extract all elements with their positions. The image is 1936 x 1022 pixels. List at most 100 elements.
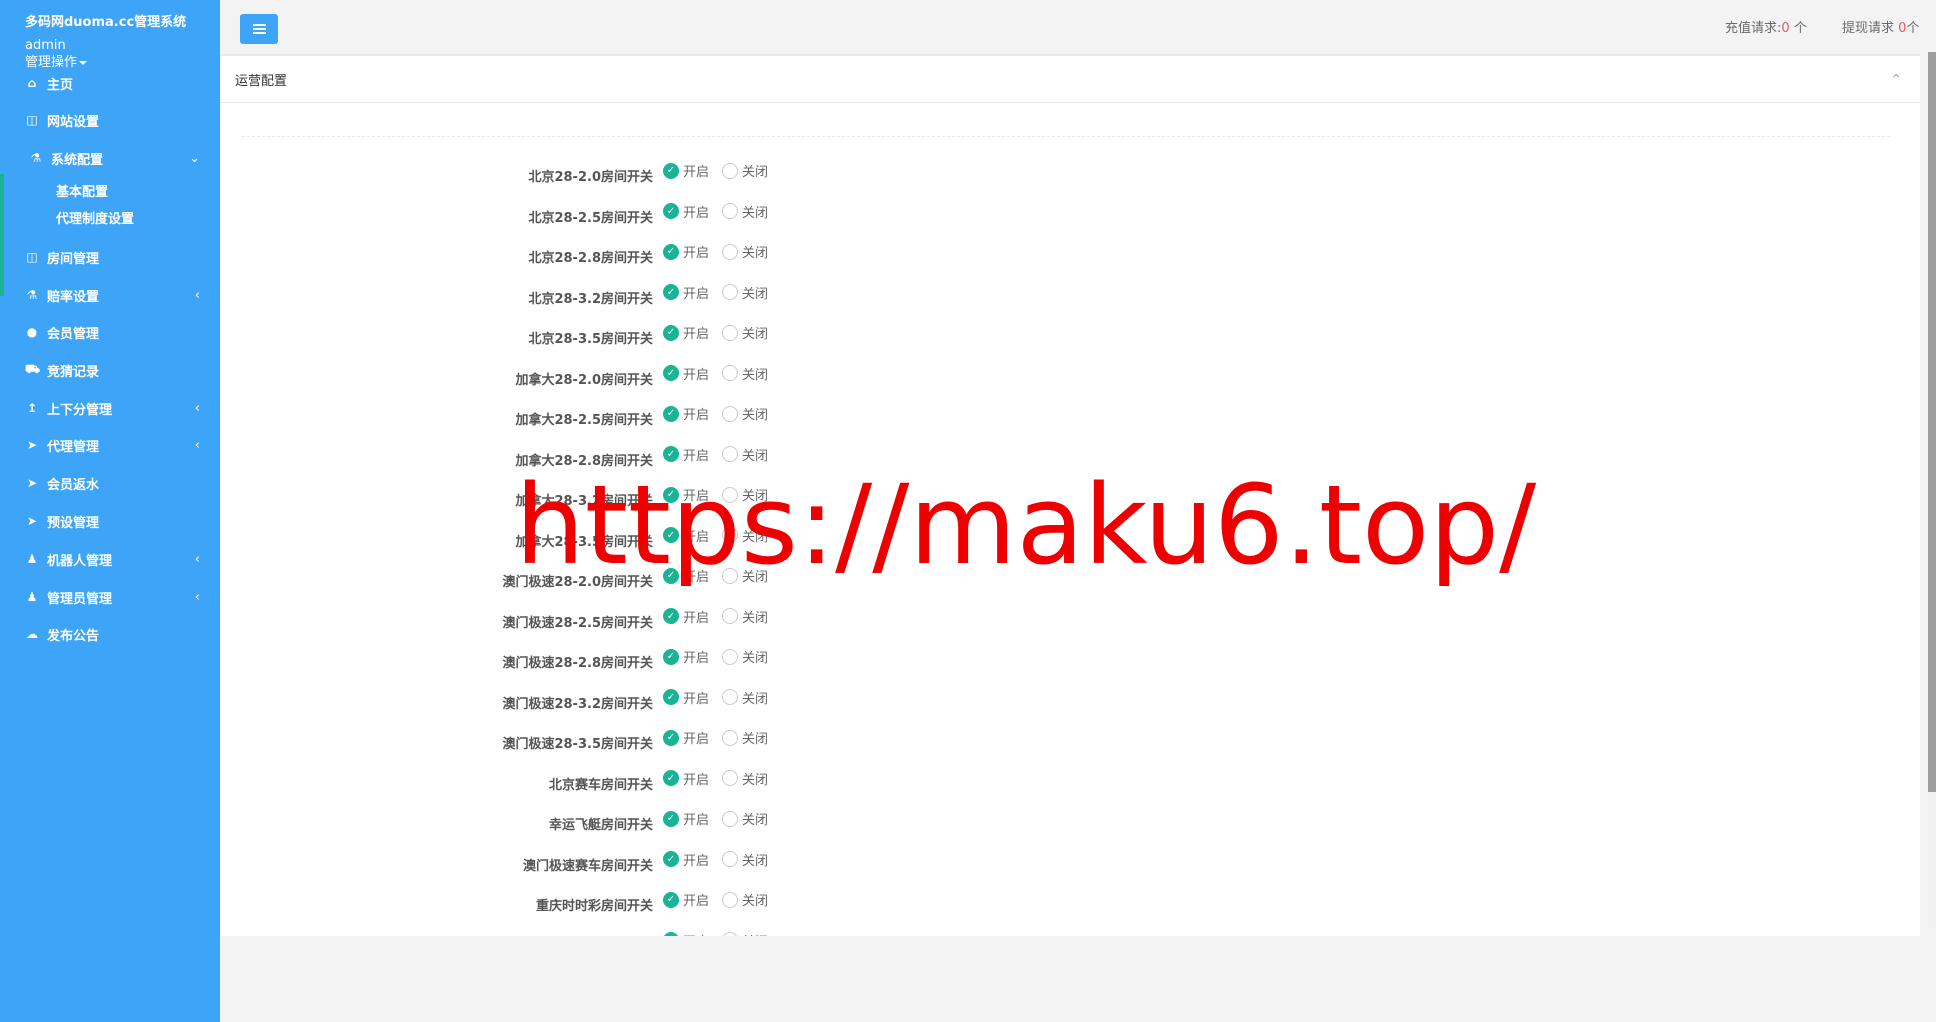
switch-label: 澳门极速28-2.8房间开关	[502, 656, 653, 671]
sidebar-item-12[interactable]: ♟ 管理员管理 ‹	[0, 577, 220, 617]
sidebar-item-label: 房间管理	[47, 251, 100, 267]
divider	[242, 136, 1890, 137]
check-circle-icon: ✓	[663, 284, 679, 300]
radio-label: 开启	[683, 246, 710, 261]
sidebar-item-0[interactable]: ⌂ 主页	[0, 63, 220, 103]
circle-icon	[722, 446, 738, 462]
sidebar-subitem-1[interactable]: 代理制度设置	[56, 208, 134, 227]
sidebar-item-3[interactable]: ◫ 房间管理	[0, 237, 220, 277]
sidebar-item-label: 上下分管理	[47, 402, 113, 418]
chevron-left-icon: ‹	[194, 589, 200, 605]
radio-label: 关闭	[742, 165, 769, 180]
radio-label: 关闭	[742, 367, 769, 383]
off-radio[interactable]: 关闭	[722, 809, 768, 828]
on-radio[interactable]: ✓开启	[663, 323, 709, 342]
on-radio[interactable]: ✓开启	[663, 688, 709, 707]
off-radio[interactable]: 关闭	[722, 404, 768, 423]
sidebar-item-9[interactable]: ➤ 会员返水	[0, 463, 220, 503]
off-radio[interactable]: 关闭	[722, 202, 768, 221]
off-radio[interactable]: 关闭	[722, 728, 768, 747]
check-circle-icon: ✓	[663, 689, 679, 705]
off-radio[interactable]: 关闭	[722, 931, 768, 936]
on-radio[interactable]: ✓开启	[663, 202, 709, 221]
off-radio[interactable]: 关闭	[722, 242, 768, 261]
sidebar-item-8[interactable]: ➤ 代理管理 ‹	[0, 425, 220, 465]
paper-plane-icon: ➤	[26, 438, 38, 452]
radio-label: 开启	[683, 327, 710, 342]
withdraw-requests-link[interactable]: 提现请求 0个	[1842, 17, 1919, 36]
on-radio[interactable]: ✓开启	[663, 728, 709, 747]
check-circle-icon: ✓	[663, 446, 679, 462]
chevron-up-icon[interactable]: ⌃	[1890, 72, 1902, 88]
on-radio[interactable]: ✓开启	[663, 931, 709, 936]
radio-label: 关闭	[742, 691, 769, 707]
off-radio[interactable]: 关闭	[722, 161, 768, 180]
off-radio[interactable]: 关闭	[722, 688, 768, 707]
check-circle-icon: ✓	[663, 810, 679, 827]
chevron-left-icon: ‹	[194, 551, 200, 567]
on-radio[interactable]: ✓开启	[663, 769, 709, 788]
off-radio[interactable]: 关闭	[722, 607, 768, 626]
chevron-left-icon: ‹	[194, 400, 200, 416]
sidebar-item-label: 管理员管理	[47, 591, 113, 607]
on-radio[interactable]: ✓开启	[663, 647, 709, 666]
on-radio[interactable]: ✓开启	[663, 607, 709, 626]
switch-row: 澳门极速28-3.5房间开关 ✓ 开启 关闭	[220, 725, 1220, 765]
on-radio[interactable]: ✓开启	[663, 809, 709, 828]
sidebar-item-11[interactable]: ♟ 机器人管理 ‹	[0, 539, 220, 579]
off-radio[interactable]: 关闭	[722, 769, 768, 788]
radio-label: 开启	[683, 367, 710, 383]
on-radio[interactable]: ✓开启	[663, 404, 709, 423]
sidebar-item-label: 机器人管理	[47, 553, 113, 569]
on-radio[interactable]: ✓开启	[663, 161, 709, 180]
sidebar-item-13[interactable]: ☁ 发布公告	[0, 614, 220, 654]
check-circle-icon: ✓	[663, 203, 679, 219]
off-radio[interactable]: 关闭	[722, 364, 768, 383]
sidebar-item-5[interactable]: ● 会员管理	[0, 312, 220, 352]
scrollbar-thumb[interactable]	[1928, 52, 1936, 792]
circle-icon	[722, 324, 738, 341]
on-radio[interactable]: ✓开启	[663, 890, 709, 909]
radio-label: 开启	[683, 286, 710, 302]
sidebar-item-label: 发布公告	[47, 628, 100, 644]
radio-label: 开启	[683, 691, 710, 707]
switch-label: 北京28-3.5房间开关	[528, 332, 653, 347]
off-radio[interactable]: 关闭	[722, 890, 768, 909]
on-radio[interactable]: ✓开启	[663, 850, 709, 869]
switch-row: 澳门极速28-3.2房间开关 ✓ 开启 关闭	[220, 685, 1220, 725]
check-circle-icon: ✓	[663, 932, 679, 936]
radio-label: 关闭	[742, 772, 769, 788]
on-radio[interactable]: ✓开启	[663, 364, 709, 383]
sidebar-item-10[interactable]: ➤ 预设管理	[0, 501, 220, 541]
username: admin	[25, 38, 66, 53]
recharge-label: 充值请求:	[1725, 21, 1782, 36]
circle-icon	[722, 243, 738, 260]
sidebar-item-4[interactable]: ⚗ 赔率设置 ‹	[0, 275, 220, 315]
circle-icon	[722, 932, 738, 936]
recharge-unit: 个	[1793, 21, 1807, 36]
on-radio[interactable]: ✓开启	[663, 242, 709, 261]
switch-row: 幸运飞艇房间开关 ✓ 开启 关闭	[220, 806, 1220, 846]
user-icon: ●	[26, 325, 38, 339]
on-radio[interactable]: ✓开启	[663, 283, 709, 302]
sidebar-item-7[interactable]: ↥ 上下分管理 ‹	[0, 388, 220, 428]
profile: 多码网duoma.cc管理系统 admin 管理操作	[0, 0, 220, 71]
sidebar-item-6[interactable]: ⛟ 竞猜记录	[0, 350, 220, 390]
radio-label: 开启	[683, 165, 710, 180]
off-radio[interactable]: 关闭	[722, 283, 768, 302]
columns-icon: ◫	[26, 250, 38, 264]
withdraw-unit: 个	[1906, 21, 1920, 36]
top-bar: 充值请求:0 个 提现请求 0个	[220, 0, 1936, 52]
radio-label: 开启	[683, 894, 710, 909]
check-circle-icon: ✓	[663, 608, 679, 624]
off-radio[interactable]: 关闭	[722, 850, 768, 869]
sidebar-subitem-0[interactable]: 基本配置	[56, 181, 108, 200]
off-radio[interactable]: 关闭	[722, 323, 768, 342]
recharge-requests-link[interactable]: 充值请求:0 个	[1725, 17, 1807, 36]
sidebar-item-2[interactable]: ⚗ 系统配置 ⌄	[0, 138, 220, 178]
chevron-down-icon: ⌄	[189, 150, 200, 166]
male-icon: ♟	[26, 552, 38, 566]
off-radio[interactable]: 关闭	[722, 647, 768, 666]
sidebar-item-1[interactable]: ◫ 网站设置	[0, 100, 220, 140]
menu-toggle-button[interactable]	[240, 14, 278, 44]
